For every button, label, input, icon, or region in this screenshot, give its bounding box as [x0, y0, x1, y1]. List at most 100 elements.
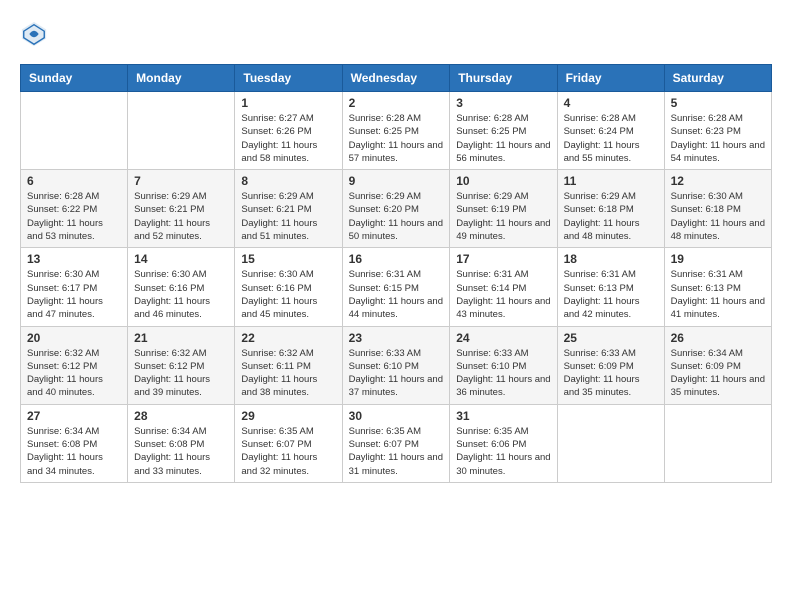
day-number: 19 — [671, 252, 765, 266]
day-info: Sunrise: 6:32 AM Sunset: 6:12 PM Dayligh… — [27, 347, 121, 400]
day-number: 18 — [564, 252, 658, 266]
calendar-cell: 14 Sunrise: 6:30 AM Sunset: 6:16 PM Dayli… — [128, 248, 235, 326]
day-info: Sunrise: 6:29 AM Sunset: 6:21 PM Dayligh… — [134, 190, 228, 243]
day-info: Sunrise: 6:32 AM Sunset: 6:11 PM Dayligh… — [241, 347, 335, 400]
day-number: 30 — [349, 409, 444, 423]
calendar-cell: 16Sunrise: 6:31 AM Sunset: 6:15 PM Dayli… — [342, 248, 450, 326]
day-number: 15 — [241, 252, 335, 266]
day-number: 20 — [27, 331, 121, 345]
day-info: Sunrise: 6:30 AM Sunset: 6:16 PM Dayligh… — [241, 268, 335, 321]
day-number: 10 — [456, 174, 550, 188]
day-info: Sunrise: 6:28 AM Sunset: 6:25 PM Dayligh… — [456, 112, 550, 165]
calendar-cell — [664, 404, 771, 482]
calendar-cell — [21, 92, 128, 170]
calendar-cell: 26Sunrise: 6:34 AM Sunset: 6:09 PM Dayli… — [664, 326, 771, 404]
day-info: Sunrise: 6:35 AM Sunset: 6:07 PM Dayligh… — [349, 425, 444, 478]
day-number: 1 — [241, 96, 335, 110]
calendar-cell: 18 Sunrise: 6:31 AM Sunset: 6:13 PM Dayli… — [557, 248, 664, 326]
weekday-header-wednesday: Wednesday — [342, 65, 450, 92]
logo-icon — [20, 20, 48, 48]
calendar-cell: 8Sunrise: 6:29 AM Sunset: 6:21 PM Daylig… — [235, 170, 342, 248]
calendar-cell: 17 Sunrise: 6:31 AM Sunset: 6:14 PM Dayli… — [450, 248, 557, 326]
day-info: Sunrise: 6:28 AM Sunset: 6:23 PM Dayligh… — [671, 112, 765, 165]
calendar-cell: 28 Sunrise: 6:34 AM Sunset: 6:08 PM Dayli… — [128, 404, 235, 482]
weekday-header-thursday: Thursday — [450, 65, 557, 92]
day-info: Sunrise: 6:30 AM Sunset: 6:17 PM Dayligh… — [27, 268, 121, 321]
day-info: Sunrise: 6:31 AM Sunset: 6:14 PM Dayligh… — [456, 268, 550, 321]
day-info: Sunrise: 6:33 AM Sunset: 6:10 PM Dayligh… — [456, 347, 550, 400]
calendar-cell: 5 Sunrise: 6:28 AM Sunset: 6:23 PM Daylig… — [664, 92, 771, 170]
calendar-cell — [128, 92, 235, 170]
weekday-header-friday: Friday — [557, 65, 664, 92]
day-number: 23 — [349, 331, 444, 345]
calendar-cell: 12 Sunrise: 6:30 AM Sunset: 6:18 PM Dayli… — [664, 170, 771, 248]
calendar-cell: 19 Sunrise: 6:31 AM Sunset: 6:13 PM Dayli… — [664, 248, 771, 326]
day-number: 2 — [349, 96, 444, 110]
day-info: Sunrise: 6:27 AM Sunset: 6:26 PM Dayligh… — [241, 112, 335, 165]
calendar-cell: 25 Sunrise: 6:33 AM Sunset: 6:09 PM Dayli… — [557, 326, 664, 404]
day-number: 24 — [456, 331, 550, 345]
calendar-cell — [557, 404, 664, 482]
weekday-header-row: SundayMondayTuesdayWednesdayThursdayFrid… — [21, 65, 772, 92]
day-number: 16 — [349, 252, 444, 266]
day-number: 31 — [456, 409, 550, 423]
calendar-cell: 10 Sunrise: 6:29 AM Sunset: 6:19 PM Dayli… — [450, 170, 557, 248]
day-info: Sunrise: 6:32 AM Sunset: 6:12 PM Dayligh… — [134, 347, 228, 400]
day-number: 4 — [564, 96, 658, 110]
calendar-cell: 15 Sunrise: 6:30 AM Sunset: 6:16 PM Dayli… — [235, 248, 342, 326]
week-row-3: 13 Sunrise: 6:30 AM Sunset: 6:17 PM Dayli… — [21, 248, 772, 326]
day-number: 13 — [27, 252, 121, 266]
calendar-cell: 3 Sunrise: 6:28 AM Sunset: 6:25 PM Daylig… — [450, 92, 557, 170]
day-number: 9 — [349, 174, 444, 188]
calendar-cell: 22 Sunrise: 6:32 AM Sunset: 6:11 PM Dayli… — [235, 326, 342, 404]
logo — [20, 20, 52, 48]
calendar-cell: 1 Sunrise: 6:27 AM Sunset: 6:26 PM Daylig… — [235, 92, 342, 170]
day-info: Sunrise: 6:31 AM Sunset: 6:13 PM Dayligh… — [671, 268, 765, 321]
day-number: 11 — [564, 174, 658, 188]
day-info: Sunrise: 6:35 AM Sunset: 6:06 PM Dayligh… — [456, 425, 550, 478]
day-number: 21 — [134, 331, 228, 345]
week-row-5: 27 Sunrise: 6:34 AM Sunset: 6:08 PM Dayli… — [21, 404, 772, 482]
day-number: 14 — [134, 252, 228, 266]
calendar-cell: 7 Sunrise: 6:29 AM Sunset: 6:21 PM Daylig… — [128, 170, 235, 248]
day-number: 3 — [456, 96, 550, 110]
calendar-cell: 29Sunrise: 6:35 AM Sunset: 6:07 PM Dayli… — [235, 404, 342, 482]
calendar-cell: 11 Sunrise: 6:29 AM Sunset: 6:18 PM Dayli… — [557, 170, 664, 248]
day-info: Sunrise: 6:28 AM Sunset: 6:25 PM Dayligh… — [349, 112, 444, 165]
day-info: Sunrise: 6:29 AM Sunset: 6:19 PM Dayligh… — [456, 190, 550, 243]
day-info: Sunrise: 6:33 AM Sunset: 6:09 PM Dayligh… — [564, 347, 658, 400]
day-info: Sunrise: 6:30 AM Sunset: 6:16 PM Dayligh… — [134, 268, 228, 321]
calendar-cell: 4Sunrise: 6:28 AM Sunset: 6:24 PM Daylig… — [557, 92, 664, 170]
day-info: Sunrise: 6:34 AM Sunset: 6:08 PM Dayligh… — [134, 425, 228, 478]
calendar-cell: 23 Sunrise: 6:33 AM Sunset: 6:10 PM Dayli… — [342, 326, 450, 404]
day-number: 8 — [241, 174, 335, 188]
day-info: Sunrise: 6:29 AM Sunset: 6:18 PM Dayligh… — [564, 190, 658, 243]
day-info: Sunrise: 6:35 AM Sunset: 6:07 PM Dayligh… — [241, 425, 335, 478]
calendar-cell: 27 Sunrise: 6:34 AM Sunset: 6:08 PM Dayli… — [21, 404, 128, 482]
week-row-4: 20 Sunrise: 6:32 AM Sunset: 6:12 PM Dayli… — [21, 326, 772, 404]
day-info: Sunrise: 6:31 AM Sunset: 6:13 PM Dayligh… — [564, 268, 658, 321]
day-number: 26 — [671, 331, 765, 345]
day-number: 25 — [564, 331, 658, 345]
day-number: 22 — [241, 331, 335, 345]
calendar-cell: 20 Sunrise: 6:32 AM Sunset: 6:12 PM Dayli… — [21, 326, 128, 404]
weekday-header-sunday: Sunday — [21, 65, 128, 92]
day-number: 28 — [134, 409, 228, 423]
day-info: Sunrise: 6:33 AM Sunset: 6:10 PM Dayligh… — [349, 347, 444, 400]
calendar-cell: 21 Sunrise: 6:32 AM Sunset: 6:12 PM Dayli… — [128, 326, 235, 404]
day-info: Sunrise: 6:34 AM Sunset: 6:08 PM Dayligh… — [27, 425, 121, 478]
day-info: Sunrise: 6:29 AM Sunset: 6:20 PM Dayligh… — [349, 190, 444, 243]
page-header — [20, 20, 772, 48]
calendar-cell: 30 Sunrise: 6:35 AM Sunset: 6:07 PM Dayli… — [342, 404, 450, 482]
day-number: 27 — [27, 409, 121, 423]
weekday-header-monday: Monday — [128, 65, 235, 92]
calendar-cell: 9 Sunrise: 6:29 AM Sunset: 6:20 PM Daylig… — [342, 170, 450, 248]
day-number: 12 — [671, 174, 765, 188]
calendar-table: SundayMondayTuesdayWednesdayThursdayFrid… — [20, 64, 772, 483]
day-number: 7 — [134, 174, 228, 188]
week-row-1: 1 Sunrise: 6:27 AM Sunset: 6:26 PM Daylig… — [21, 92, 772, 170]
week-row-2: 6Sunrise: 6:28 AM Sunset: 6:22 PM Daylig… — [21, 170, 772, 248]
day-info: Sunrise: 6:30 AM Sunset: 6:18 PM Dayligh… — [671, 190, 765, 243]
day-number: 5 — [671, 96, 765, 110]
day-number: 17 — [456, 252, 550, 266]
